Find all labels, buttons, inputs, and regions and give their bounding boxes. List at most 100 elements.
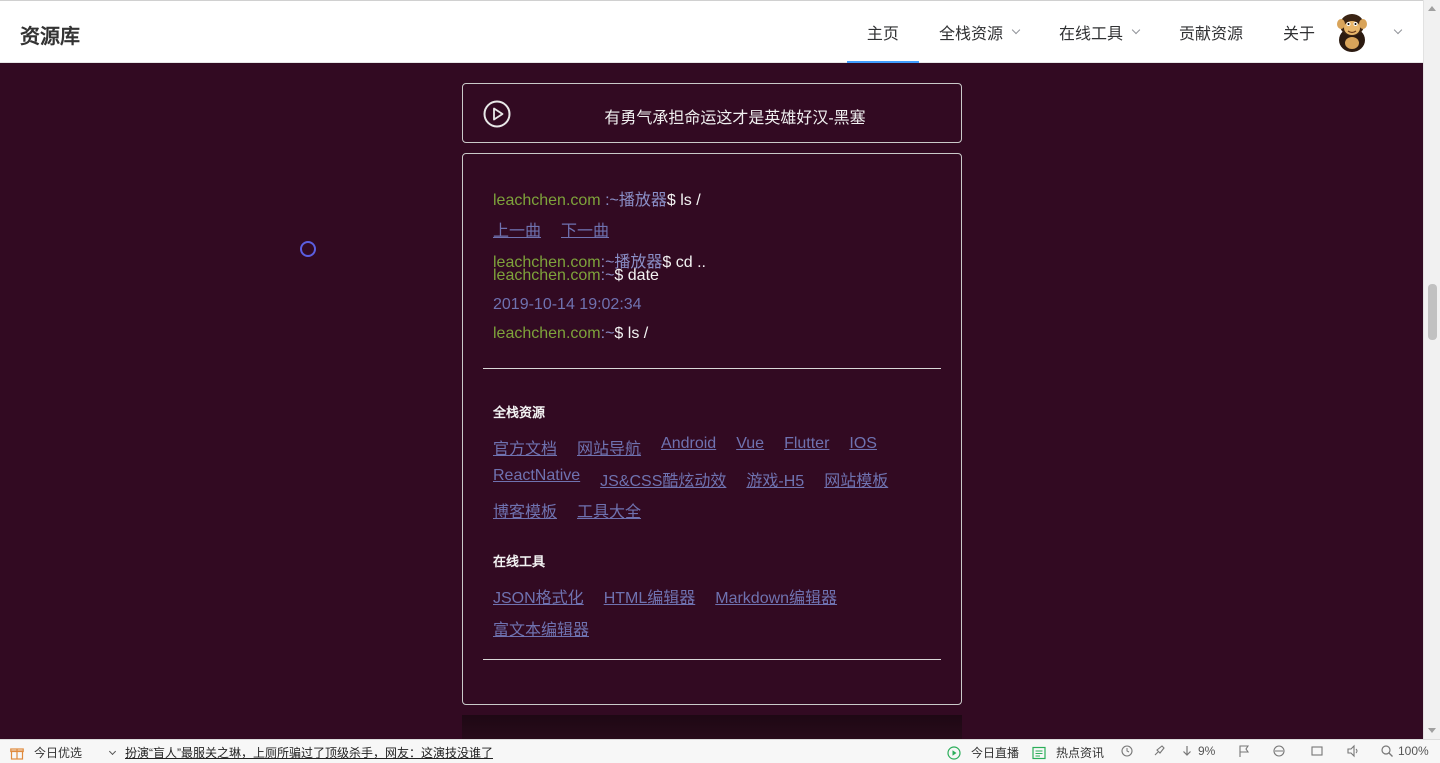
browser-e-icon [1273, 745, 1285, 757]
scroll-down-arrow-icon[interactable] [1428, 728, 1436, 733]
fullstack-links-row: ReactNative JS&CSS酷炫动效 游戏-H5 网站模板 [493, 467, 888, 491]
gift-icon [10, 747, 24, 760]
main-nav: 主页 全栈资源 在线工具 贡献资源 关于 [846, 1, 1423, 63]
main-content: 有勇气承担命运这才是英雄好汉-黑塞 leachchen.com :~播放器$ l… [0, 63, 1423, 739]
circle-arrow-icon [1121, 745, 1133, 757]
terminal-line: leachchen.com:~$ date [493, 267, 659, 285]
nav-online-tools-label: 在线工具 [1058, 26, 1123, 43]
resource-link-nav[interactable]: 网站导航 [577, 435, 641, 459]
resource-link-android[interactable]: Android [661, 435, 716, 459]
user-menu[interactable] [1335, 1, 1423, 63]
resource-link-games[interactable]: 游戏-H5 [746, 467, 804, 491]
zoom-control[interactable]: 100% [1380, 744, 1429, 758]
terminal-command: $ ls / [666, 192, 701, 209]
nav-contribute[interactable]: 贡献资源 [1159, 1, 1263, 63]
background-image-strip [462, 715, 962, 739]
scrollbar-thumb[interactable] [1428, 284, 1437, 340]
terminal-host: leachchen.com [493, 192, 601, 209]
tool-link-richtext[interactable]: 富文本编辑器 [493, 616, 589, 640]
next-track-link[interactable]: 下一曲 [561, 217, 609, 241]
tool-link-json[interactable]: JSON格式化 [493, 584, 584, 608]
terminal-host: leachchen.com [493, 267, 601, 284]
nav-fullstack-label: 全栈资源 [938, 26, 1003, 43]
resource-link-vue[interactable]: Vue [736, 435, 764, 459]
fullstack-links-row: 博客模板 工具大全 [493, 498, 641, 522]
divider [483, 368, 941, 369]
song-title: 有勇气承担命运这才是英雄好汉-黑塞 [604, 110, 866, 127]
download-percent: 9% [1198, 744, 1216, 758]
tools-links-row: JSON格式化 HTML编辑器 Markdown编辑器 [493, 584, 837, 608]
terminal-line: leachchen.com:~$ ls / [493, 325, 648, 343]
site-logo[interactable]: 资源库 [20, 20, 80, 49]
prev-track-link[interactable]: 上一曲 [493, 217, 541, 241]
chevron-down-icon [108, 747, 117, 755]
chevron-down-icon [1393, 25, 1403, 35]
zoom-level: 100% [1398, 744, 1429, 758]
news-icon [1032, 746, 1046, 759]
music-player: 有勇气承担命运这才是英雄好汉-黑塞 [462, 83, 962, 143]
loading-spinner-icon [300, 241, 316, 257]
download-arrow-icon [1183, 746, 1191, 756]
window-icon[interactable] [1310, 744, 1324, 758]
tool-link-markdown[interactable]: Markdown编辑器 [715, 584, 837, 608]
today-pick-label: 今日优选 [34, 746, 83, 760]
nav-contribute-label: 贡献资源 [1178, 26, 1243, 43]
nav-online-tools[interactable]: 在线工具 [1039, 1, 1159, 63]
chevron-down-icon [1011, 25, 1021, 35]
tools-section-title: 在线工具 [493, 554, 546, 569]
resource-link-js-css[interactable]: JS&CSS酷炫动效 [600, 467, 726, 491]
chevron-down-icon [1131, 25, 1141, 35]
window-glyph-icon [1311, 746, 1323, 756]
nav-fullstack[interactable]: 全栈资源 [919, 1, 1039, 63]
terminal-path: :~ [600, 267, 615, 284]
flag-icon[interactable] [1237, 744, 1251, 758]
fullstack-links-row: 官方文档 网站导航 Android Vue Flutter IOS [493, 435, 877, 459]
terminal-command: $ ls / [614, 325, 649, 342]
terminal-line: leachchen.com :~播放器$ ls / [493, 186, 701, 210]
terminal-path: :~播放器 [600, 192, 667, 209]
volume-icon [1347, 744, 1358, 758]
scroll-up-arrow-icon[interactable] [1428, 6, 1436, 11]
ie-mode-icon[interactable] [1272, 744, 1286, 758]
date-output: 2019-10-14 19:02:34 [493, 296, 642, 313]
today-live-label: 今日直播 [971, 746, 1020, 760]
nav-about-label: 关于 [1282, 26, 1315, 43]
avatar [1337, 14, 1367, 52]
news-ticker[interactable]: 扮演“盲人”最服关之琳，上厕所骗过了顶级杀手，网友：这演技没谁了 [108, 744, 493, 761]
fullstack-section-title: 全栈资源 [493, 405, 546, 420]
terminal-command: $ date [614, 267, 659, 284]
resource-link-ios[interactable]: IOS [849, 435, 877, 459]
magnifier-icon [1381, 745, 1393, 757]
resource-link-docs[interactable]: 官方文档 [493, 435, 557, 459]
browser-status-bar: 今日优选 扮演“盲人”最服关之琳，上厕所骗过了顶级杀手，网友：这演技没谁了 今日… [0, 739, 1440, 763]
tool-link-html[interactable]: HTML编辑器 [604, 584, 696, 608]
resource-link-tools[interactable]: 工具大全 [577, 498, 641, 522]
nav-about[interactable]: 关于 [1263, 1, 1335, 63]
resource-link-flutter[interactable]: Flutter [784, 435, 829, 459]
hot-news[interactable]: 热点资讯 [1032, 744, 1104, 761]
terminal-command: $ cd .. [662, 254, 706, 271]
resource-link-blog-templates[interactable]: 博客模板 [493, 498, 557, 522]
download-indicator[interactable]: 9% [1180, 744, 1215, 758]
rocket-icon[interactable] [1152, 744, 1166, 758]
refresh-icon[interactable] [1120, 744, 1134, 758]
resource-link-reactnative[interactable]: ReactNative [493, 467, 580, 491]
terminal-path: :~ [600, 325, 615, 342]
divider [483, 659, 941, 660]
terminal-panel: leachchen.com :~播放器$ ls / 上一曲 下一曲 leachc… [462, 153, 962, 705]
flag-glyph-icon [1239, 745, 1250, 757]
news-headline[interactable]: 扮演“盲人”最服关之琳，上厕所骗过了顶级杀手，网友：这演技没谁了 [125, 744, 493, 761]
hot-news-label: 热点资讯 [1056, 746, 1105, 760]
vertical-scrollbar[interactable] [1423, 0, 1440, 739]
player-controls: 上一曲 下一曲 [493, 217, 609, 241]
play-circle-icon [947, 745, 961, 760]
top-navbar: 资源库 主页 全栈资源 在线工具 贡献资源 关于 [0, 0, 1423, 63]
terminal-host: leachchen.com [493, 325, 601, 342]
tools-links-row: 富文本编辑器 [493, 616, 589, 640]
resource-link-templates[interactable]: 网站模板 [824, 467, 888, 491]
speaker-icon[interactable] [1346, 744, 1360, 758]
today-pick[interactable]: 今日优选 [10, 744, 82, 761]
today-live[interactable]: 今日直播 [947, 744, 1019, 761]
nav-home[interactable]: 主页 [846, 1, 919, 63]
nav-home-label: 主页 [866, 26, 899, 43]
